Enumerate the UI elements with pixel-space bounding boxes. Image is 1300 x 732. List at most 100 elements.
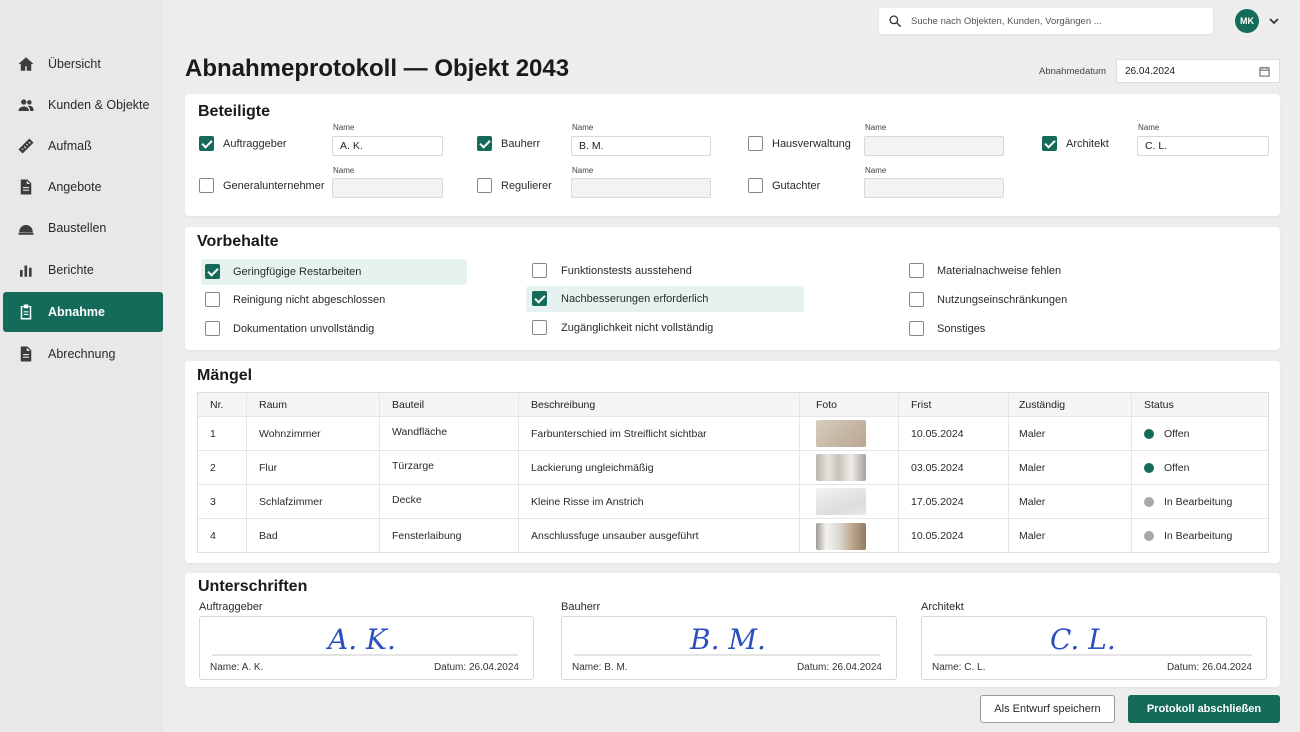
cell-raum: Schlafzimmer: [247, 485, 380, 518]
checkbox-vorbehalt[interactable]: [909, 292, 924, 307]
cell-zustaendig: Maler: [1009, 451, 1132, 484]
defect-photo-thumbnail[interactable]: [816, 420, 866, 447]
name-field-auftraggeber[interactable]: A. K.: [332, 136, 443, 156]
checkbox-hausverwaltung[interactable]: [748, 136, 763, 151]
search-input[interactable]: [911, 15, 1201, 27]
column-header: Status: [1144, 398, 1174, 411]
signature-name: Name: C. L.: [932, 662, 986, 673]
checkbox-vorbehalt[interactable]: [205, 264, 220, 279]
field-label: Name: [1138, 123, 1160, 132]
date-field[interactable]: 26.04.2024: [1116, 59, 1280, 83]
checkbox-auftraggeber[interactable]: [199, 136, 214, 151]
sidebar-item-label: Baustellen: [48, 221, 107, 235]
chevron-down-icon[interactable]: [1268, 15, 1280, 27]
checkbox-vorbehalt[interactable]: [909, 321, 924, 336]
finish-protocol-button[interactable]: Protokoll abschließen: [1128, 695, 1280, 723]
cell-beschreibung: Kleine Risse im Anstrich: [519, 485, 800, 518]
cell-nr: 2: [198, 451, 247, 484]
column-header: Nr.: [198, 393, 247, 416]
checkbox-vorbehalt[interactable]: [205, 292, 220, 307]
field-label: Name: [865, 166, 887, 175]
save-draft-button[interactable]: Als Entwurf speichern: [980, 695, 1115, 723]
checkbox-vorbehalt[interactable]: [205, 321, 220, 336]
cell-zustaendig: Maler: [1009, 417, 1132, 450]
checkbox-label: Generalunternehmer: [223, 180, 325, 192]
cell-nr: 4: [198, 519, 247, 553]
cell-bauteil: Decke: [380, 485, 519, 518]
signature-role-label: Bauherr: [561, 601, 601, 613]
table-header-row: Nr. Raum Bauteil Beschreibung Foto Frist…: [198, 393, 1268, 417]
checkbox-label: Regulierer: [501, 180, 552, 192]
checkbox-architekt[interactable]: [1042, 136, 1057, 151]
signature-field-auftraggeber[interactable]: A. K. Name: A. K. Datum: 26.04.2024: [199, 616, 534, 680]
checkbox-regulierer[interactable]: [477, 178, 492, 193]
signature-field-bauherr[interactable]: B. M. Name: B. M. Datum: 26.04.2024: [561, 616, 897, 680]
sidebar-item-abrechnung[interactable]: Abrechnung: [3, 334, 163, 374]
checkbox-label: Hausverwaltung: [772, 138, 851, 150]
sidebar-item-berichte[interactable]: Berichte: [3, 250, 163, 290]
table-row[interactable]: 1 Wohnzimmer Wandfläche Farbunterschied …: [198, 417, 1268, 451]
checkbox-vorbehalt[interactable]: [532, 263, 547, 278]
checkbox-vorbehalt[interactable]: [909, 263, 924, 278]
table-row[interactable]: 4 Bad Fensterlaibung Anschlussfuge unsau…: [198, 519, 1268, 553]
sidebar-item-label: Angebote: [48, 180, 102, 194]
avatar[interactable]: MK: [1235, 9, 1259, 33]
checkbox-label: Dokumentation unvollständig: [233, 323, 375, 335]
checkbox-label: Architekt: [1066, 138, 1109, 150]
column-header: Zuständig: [1009, 393, 1132, 416]
defect-photo-thumbnail[interactable]: [816, 488, 866, 515]
signature-role-label: Architekt: [921, 601, 964, 613]
cell-foto: [800, 485, 899, 518]
sidebar-item-uebersicht[interactable]: Übersicht: [3, 44, 163, 84]
cell-foto: [800, 519, 899, 553]
name-field-hausverwaltung[interactable]: [864, 136, 1004, 156]
cell-beschreibung: Farbunterschied im Streiflicht sichtbar: [519, 417, 800, 450]
signature-field-architekt[interactable]: C. L. Name: C. L. Datum: 26.04.2024: [921, 616, 1267, 680]
name-field-bauherr[interactable]: B. M.: [571, 136, 711, 156]
cell-foto: [800, 451, 899, 484]
cell-frist: 10.05.2024: [899, 417, 1009, 450]
checkbox-gutachter[interactable]: [748, 178, 763, 193]
defect-photo-thumbnail[interactable]: [816, 454, 866, 481]
name-field-architekt[interactable]: C. L.: [1137, 136, 1269, 156]
column-header: Frist: [899, 393, 1009, 416]
calendar-icon[interactable]: [1259, 66, 1270, 77]
document-icon: [17, 345, 35, 363]
page-title: Abnahmeprotokoll — Objekt 2043: [185, 55, 570, 82]
cell-status: In Bearbeitung: [1132, 485, 1268, 518]
status-dot: [1144, 496, 1154, 507]
name-field-gutachter[interactable]: [864, 178, 1004, 198]
checkbox-bauherr[interactable]: [477, 136, 492, 151]
cell-raum: Bad: [247, 519, 380, 553]
cell-beschreibung: Lackierung ungleichmäßig: [519, 451, 800, 484]
checkbox-vorbehalt[interactable]: [532, 291, 547, 306]
status-badge: Offen: [1164, 427, 1190, 440]
table-row[interactable]: 2 Flur Türzarge Lackierung ungleichmäßig…: [198, 451, 1268, 485]
column-header: Raum: [247, 393, 380, 416]
sidebar-item-kunden-objekte[interactable]: Kunden & Objekte: [3, 85, 163, 125]
checkbox-label: Reinigung nicht abgeschlossen: [233, 294, 386, 306]
cell-zustaendig: Maler: [1009, 485, 1132, 518]
search-bar[interactable]: [879, 8, 1213, 34]
maengel-card: Mängel Nr. Raum Bauteil Beschreibung Fot…: [185, 361, 1280, 563]
checkbox-label: Zugänglichkeit nicht vollständig: [561, 322, 714, 334]
checkbox-vorbehalt[interactable]: [532, 320, 547, 335]
date-label: Abnahmedatum: [1039, 66, 1107, 77]
sidebar-item-label: Kunden & Objekte: [48, 98, 150, 112]
bar-chart-icon: [17, 261, 35, 279]
name-field-regulierer[interactable]: [571, 178, 711, 198]
defect-photo-thumbnail[interactable]: [816, 522, 866, 550]
sidebar-item-angebote[interactable]: Angebote: [3, 167, 163, 207]
name-field-generalunternehmer[interactable]: [332, 178, 443, 198]
sidebar-item-label: Abrechnung: [48, 347, 116, 361]
status-badge: Offen: [1164, 461, 1190, 474]
sidebar-item-baustellen[interactable]: Baustellen: [3, 208, 163, 248]
sidebar-item-abnahme[interactable]: Abnahme: [3, 292, 163, 332]
signature-role-label: Auftraggeber: [199, 601, 263, 613]
checkbox-generalunternehmer[interactable]: [199, 178, 214, 193]
sidebar-item-aufmass[interactable]: Aufmaß: [3, 126, 163, 166]
status-badge: In Bearbeitung: [1164, 530, 1233, 542]
people-icon: [17, 96, 35, 114]
checkbox-label: Geringfügige Restarbeiten: [233, 266, 362, 278]
table-row[interactable]: 3 Schlafzimmer Decke Kleine Risse im Ans…: [198, 485, 1268, 519]
